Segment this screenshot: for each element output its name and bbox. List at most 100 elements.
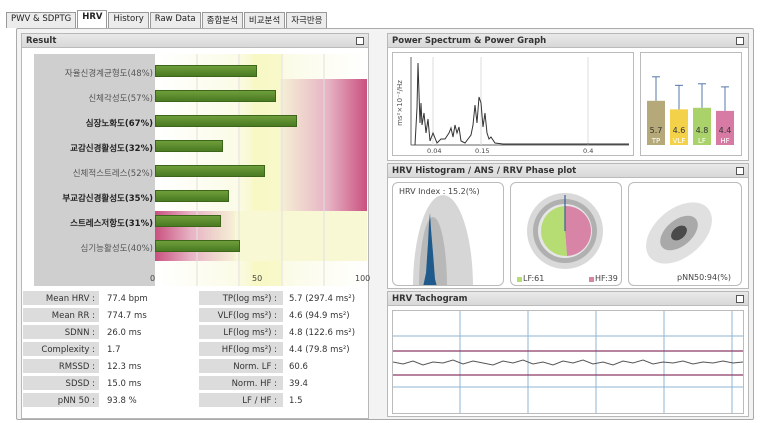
tachogram-panel: HRV Tachogram (387, 291, 749, 417)
power-bar-value: 4.8 (696, 126, 709, 135)
result-row-label: 스트레스저항도(31%) (70, 219, 153, 229)
result-row-label: 신체적스트레스(52%) (72, 169, 153, 179)
tab-stimulus-response[interactable]: 자극반응 (286, 12, 328, 28)
stat-label: Norm. HF : (231, 379, 277, 389)
result-row-label: 교감신경활성도(32%) (70, 144, 153, 154)
tab-comparison[interactable]: 비교분석 (243, 12, 286, 28)
stat-value: 774.7 ms (107, 311, 147, 321)
power-xtick-2: 0.15 (475, 147, 489, 155)
power-spectrum-curve (414, 62, 629, 146)
power-bar-value: 4.6 (673, 126, 686, 135)
stat-label: Norm. LF : (233, 362, 277, 372)
hrv-index-label: HRV Index : 15.2(%) (399, 187, 480, 196)
power-bar-value: 5.7 (650, 126, 663, 135)
stat-row: Mean RR : 774.7 ms VLF(log ms²) : 4.6 (94.9… (23, 308, 363, 323)
stat-value: 1.5 (289, 396, 303, 406)
histogram-maximize-button[interactable] (736, 167, 744, 175)
power-ylabel: ms²×10⁻²/Hz (396, 80, 404, 126)
power-spectrum-panel: Power Spectrum & Power Graph ms²×10⁻²/Hz… (387, 33, 749, 161)
pnn50-label: pNN50:94(%) (677, 273, 731, 282)
hrv-histogram: HRV Index : 15.2(%) (392, 182, 504, 286)
stat-value: 15.0 ms (107, 379, 142, 389)
stat-label: Mean RR : (51, 311, 95, 321)
power-bar-name: VLF (673, 137, 686, 145)
stat-value: 12.3 ms (107, 362, 142, 372)
stat-label: TP(log ms²) : (222, 294, 277, 304)
stat-label: SDSD : (65, 379, 95, 389)
power-spectrum-svg: ms²×10⁻²/Hz 0.04 0.15 0.4 (396, 57, 629, 155)
power-bar-name: HF (720, 137, 729, 145)
tab-history[interactable]: History (108, 12, 149, 28)
result-bar (155, 140, 223, 152)
tab-pwv[interactable]: PWV & SDPTG (6, 12, 77, 28)
stat-row: SDNN : 26.0 ms LF(log ms²) : 4.8 (122.6 ms²… (23, 325, 363, 340)
hrv-statistics-table: Mean HRV : 77.4 bpm TP(log ms²) : 5.7 (297.… (23, 291, 365, 416)
stat-label: LF(log ms²) : (223, 328, 277, 338)
stat-value: 60.6 (289, 362, 308, 372)
power-xtick-1: 0.04 (427, 147, 441, 155)
histogram-svg (413, 195, 473, 285)
power-maximize-button[interactable] (736, 37, 744, 45)
ans-balance: LF:61 HF:39 (510, 182, 622, 286)
tab-raw-data[interactable]: Raw Data (149, 12, 201, 28)
tachogram-chart (392, 310, 744, 414)
stat-label: Complexity : (41, 345, 95, 355)
power-graph: 5.7 TP 4.6 VLF 4.8 LF 4.4 HF (640, 52, 742, 156)
stat-value: 1.7 (107, 345, 121, 355)
axis-tick-0: 0 (150, 274, 156, 283)
stat-label: HF(log ms²) : (221, 345, 277, 355)
power-spectrum-chart: ms²×10⁻²/Hz 0.04 0.15 0.4 (392, 52, 634, 156)
result-bar (155, 90, 276, 102)
power-bar-name: TP (651, 137, 661, 145)
stat-value: 4.6 (94.9 ms²) (289, 311, 350, 321)
stat-label: VLF(log ms²) : (217, 311, 277, 321)
result-bar (155, 65, 257, 77)
ans-pie-svg (517, 193, 603, 282)
power-bar-name: LF (698, 137, 706, 145)
histogram-title: HRV Histogram / ANS / RRV Phase plot (388, 164, 748, 178)
stat-value: 4.8 (122.6 ms²) (289, 328, 356, 338)
histogram-panel: HRV Histogram / ANS / RRV Phase plot HRV… (387, 163, 749, 289)
result-row-label: 자율신경계균형도(48%) (64, 69, 153, 79)
hrv-main-frame: Result 자율신경계균형도(48%) 신체각성도(57%) 심장노화도(67… (16, 28, 754, 420)
tab-bar: PWV & SDPTG HRV History Raw Data 종합분석 비교… (6, 10, 328, 29)
stat-value: 5.7 (297.4 ms²) (289, 294, 356, 304)
result-maximize-button[interactable] (356, 37, 364, 45)
result-bar (155, 115, 297, 127)
stat-row: RMSSD : 12.3 ms Norm. LF : 60.6 (23, 359, 363, 374)
stat-label: pNN 50 : (57, 396, 95, 406)
stat-label: LF / HF : (242, 396, 277, 406)
power-bar-value: 4.4 (719, 126, 732, 135)
stat-label: RMSSD : (58, 362, 95, 372)
tachogram-svg (392, 311, 744, 413)
result-row-label: 심장노화도(67%) (85, 119, 153, 129)
power-xtick-3: 0.4 (583, 147, 593, 155)
tachogram-line (392, 359, 744, 366)
stat-row: SDSD : 15.0 ms Norm. HF : 39.4 (23, 376, 363, 391)
tachogram-maximize-button[interactable] (736, 295, 744, 303)
phase-plot-svg (646, 202, 712, 264)
result-row-label: 신체각성도(57%) (88, 94, 153, 104)
result-bar (155, 215, 221, 227)
stat-value: 93.8 % (107, 396, 137, 406)
tab-hrv[interactable]: HRV (77, 10, 108, 28)
stat-row: pNN 50 : 93.8 % LF / HF : 1.5 (23, 393, 363, 408)
tachogram-title: HRV Tachogram (388, 292, 748, 306)
ans-hf-label: HF:39 (595, 274, 618, 283)
stat-row: Mean HRV : 77.4 bpm TP(log ms²) : 5.7 (297.… (23, 291, 363, 306)
axis-tick-50: 50 (252, 274, 263, 283)
rrv-phase-plot: pNN50:94(%) (628, 182, 742, 286)
stat-label: SDNN : (64, 328, 95, 338)
result-bar (155, 190, 229, 202)
result-row-label: 심기능활성도(40%) (80, 244, 153, 254)
ans-lf-label: LF:61 (523, 274, 545, 283)
tab-overall-analysis[interactable]: 종합분석 (201, 12, 243, 28)
stat-row: Complexity : 1.7 HF(log ms²) : 4.4 (79.8 ms… (23, 342, 363, 357)
stat-label: Mean HRV : (45, 294, 95, 304)
result-bar (155, 240, 240, 252)
result-title: Result (22, 34, 368, 48)
result-bar (155, 165, 265, 177)
stat-value: 4.4 (79.8 ms²) (289, 345, 350, 355)
power-spectrum-title: Power Spectrum & Power Graph (388, 34, 748, 48)
stat-value: 77.4 bpm (107, 294, 148, 304)
